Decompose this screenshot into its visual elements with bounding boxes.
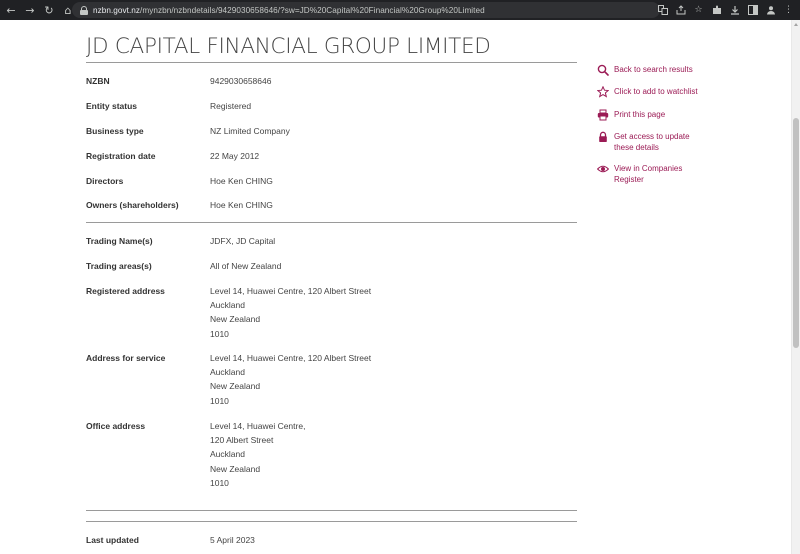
section-divider [86,510,577,511]
address-line: Level 14, Huawei Centre, 120 Albert Stre… [210,286,372,296]
scrollbar-thumb[interactable] [793,118,799,348]
back-to-search-label[interactable]: Back to search results [614,64,693,76]
share-icon[interactable] [675,5,686,16]
detail-label: Registered address [86,286,165,296]
title-divider [86,62,577,63]
profile-icon[interactable] [765,5,776,16]
detail-value: 9429030658646 [210,76,272,86]
address-line: 1010 [210,328,229,339]
print-page-label[interactable]: Print this page [614,109,665,121]
section-divider [86,521,577,522]
add-to-watchlist-link[interactable]: Click to add to watchlist [597,86,698,98]
companies-register-label[interactable]: View in Companies Register [614,163,682,185]
address-line: Auckland [210,300,245,311]
detail-value: Hoe Ken CHING [210,200,273,210]
vertical-scrollbar[interactable] [791,20,800,554]
menu-kebab-icon[interactable]: ⋮ [783,5,794,16]
detail-value: JDFX, JD Capital [210,236,276,246]
scroll-up-arrow-icon[interactable] [794,23,798,26]
reload-icon[interactable]: ↻ [41,2,57,18]
detail-value: 5 April 2023 [210,535,255,545]
magnifier-icon [597,64,609,76]
bookmark-star-icon[interactable]: ☆ [693,5,704,16]
side-panel-icon[interactable] [747,5,758,16]
star-icon [597,86,609,98]
browser-toolbar: ← → ↻ ⌂ nzbn.govt.nz/mynzbn/nzbndetails/… [0,0,800,20]
detail-label: Trading areas(s) [86,261,152,271]
extensions-icon[interactable] [711,5,722,16]
eye-icon [597,163,609,175]
address-line: New Zealand [210,381,261,392]
printer-icon [597,109,609,121]
companies-register-line: Register [614,174,644,184]
detail-label: Address for service [86,353,166,363]
address-line: 1010 [210,477,229,488]
address-line: 120 Albert Street [210,435,274,446]
add-to-watchlist-label[interactable]: Click to add to watchlist [614,86,698,98]
detail-label: NZBN [86,76,110,86]
address-line: Level 14, Huawei Centre, [210,421,306,431]
forward-arrow-icon[interactable]: → [22,2,38,18]
address-line: New Zealand [210,314,261,325]
address-block: Level 14, Huawei Centre, 120 Albert Stre… [210,284,371,341]
lock-icon[interactable] [80,5,88,15]
address-line: Auckland [210,367,245,378]
back-to-search-link[interactable]: Back to search results [597,64,693,76]
back-arrow-icon[interactable]: ← [3,2,19,18]
detail-label: Office address [86,421,146,431]
detail-value: Hoe Ken CHING [210,176,273,186]
download-icon[interactable] [729,5,740,16]
detail-label: Business type [86,126,144,136]
page-title: JD CAPITAL FINANCIAL GROUP LIMITED [86,34,491,59]
companies-register-line: View in Companies [614,164,683,173]
detail-value: All of New Zealand [210,261,282,271]
detail-label: Last updated [86,535,139,545]
detail-value: 22 May 2012 [210,151,260,161]
companies-register-link[interactable]: View in Companies Register [597,163,682,185]
address-block: Level 14, Huawei Centre, 120 Albert Stre… [210,351,371,408]
translate-icon[interactable] [657,5,668,16]
address-line: Level 14, Huawei Centre, 120 Albert Stre… [210,353,372,363]
address-line: Auckland [210,449,245,460]
address-line: 1010 [210,395,229,406]
address-block: Level 14, Huawei Centre, 120 Albert Stre… [210,419,305,490]
url-path: /mynzbn/nzbndetails/9429030658646/?sw=JD… [140,5,485,15]
detail-label: Trading Name(s) [86,236,153,246]
get-access-label[interactable]: Get access to update these details [614,131,690,153]
detail-value: NZ Limited Company [210,126,290,136]
get-access-link[interactable]: Get access to update these details [597,131,690,153]
detail-value: Registered [210,101,252,111]
address-bar[interactable]: nzbn.govt.nz/mynzbn/nzbndetails/94290306… [72,2,660,18]
address-line: New Zealand [210,463,261,474]
detail-label: Entity status [86,101,138,111]
detail-label: Owners (shareholders) [86,200,179,210]
detail-label: Registration date [86,151,156,161]
url-host: nzbn.govt.nz [93,5,141,15]
padlock-icon [597,131,609,143]
print-page-link[interactable]: Print this page [597,109,665,121]
get-access-line: Get access to update [614,132,690,141]
get-access-line: these details [614,142,659,152]
section-divider [86,222,577,223]
detail-label: Directors [86,176,124,186]
